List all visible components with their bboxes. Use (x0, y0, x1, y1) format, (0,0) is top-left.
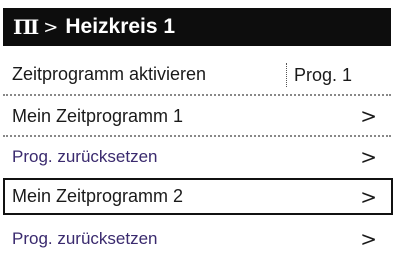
divider (3, 135, 391, 137)
menu-item-label: Mein Zeitprogramm 1 (12, 105, 184, 126)
divider (3, 94, 391, 96)
display-screen: ΠΙ > Heizkreis 1 Zeitprogramm aktivieren… (0, 0, 397, 258)
menu-item-reset-program-1[interactable]: Prog. zurücksetzen > (3, 139, 391, 174)
menu-item-value: Prog. 1 (286, 63, 352, 87)
menu-item-label: Mein Zeitprogramm 2 (12, 186, 184, 206)
menu-item-reset-program-2[interactable]: Prog. zurücksetzen > (3, 222, 391, 256)
chevron-right-icon: > (360, 144, 377, 169)
menu-item-activate-program[interactable]: Zeitprogramm aktivieren Prog. 1 (3, 58, 391, 91)
menu-header: ΠΙ > Heizkreis 1 (3, 8, 391, 46)
breadcrumb-separator: > (43, 16, 59, 38)
menu-item-label: Prog. zurücksetzen (12, 229, 158, 248)
menu-item-label: Zeitprogramm aktivieren (12, 64, 207, 84)
menu-item-my-program-2[interactable]: Mein Zeitprogramm 2 > (3, 178, 393, 215)
page-title: Heizkreis 1 (65, 15, 176, 38)
chevron-right-icon: > (360, 227, 377, 251)
chevron-right-icon: > (360, 104, 377, 128)
heating-circuit-icon: ΠΙ (13, 15, 39, 39)
menu-item-label: Prog. zurücksetzen (12, 146, 158, 166)
menu-item-my-program-1[interactable]: Mein Zeitprogramm 1 > (3, 98, 391, 134)
chevron-right-icon: > (360, 184, 377, 209)
